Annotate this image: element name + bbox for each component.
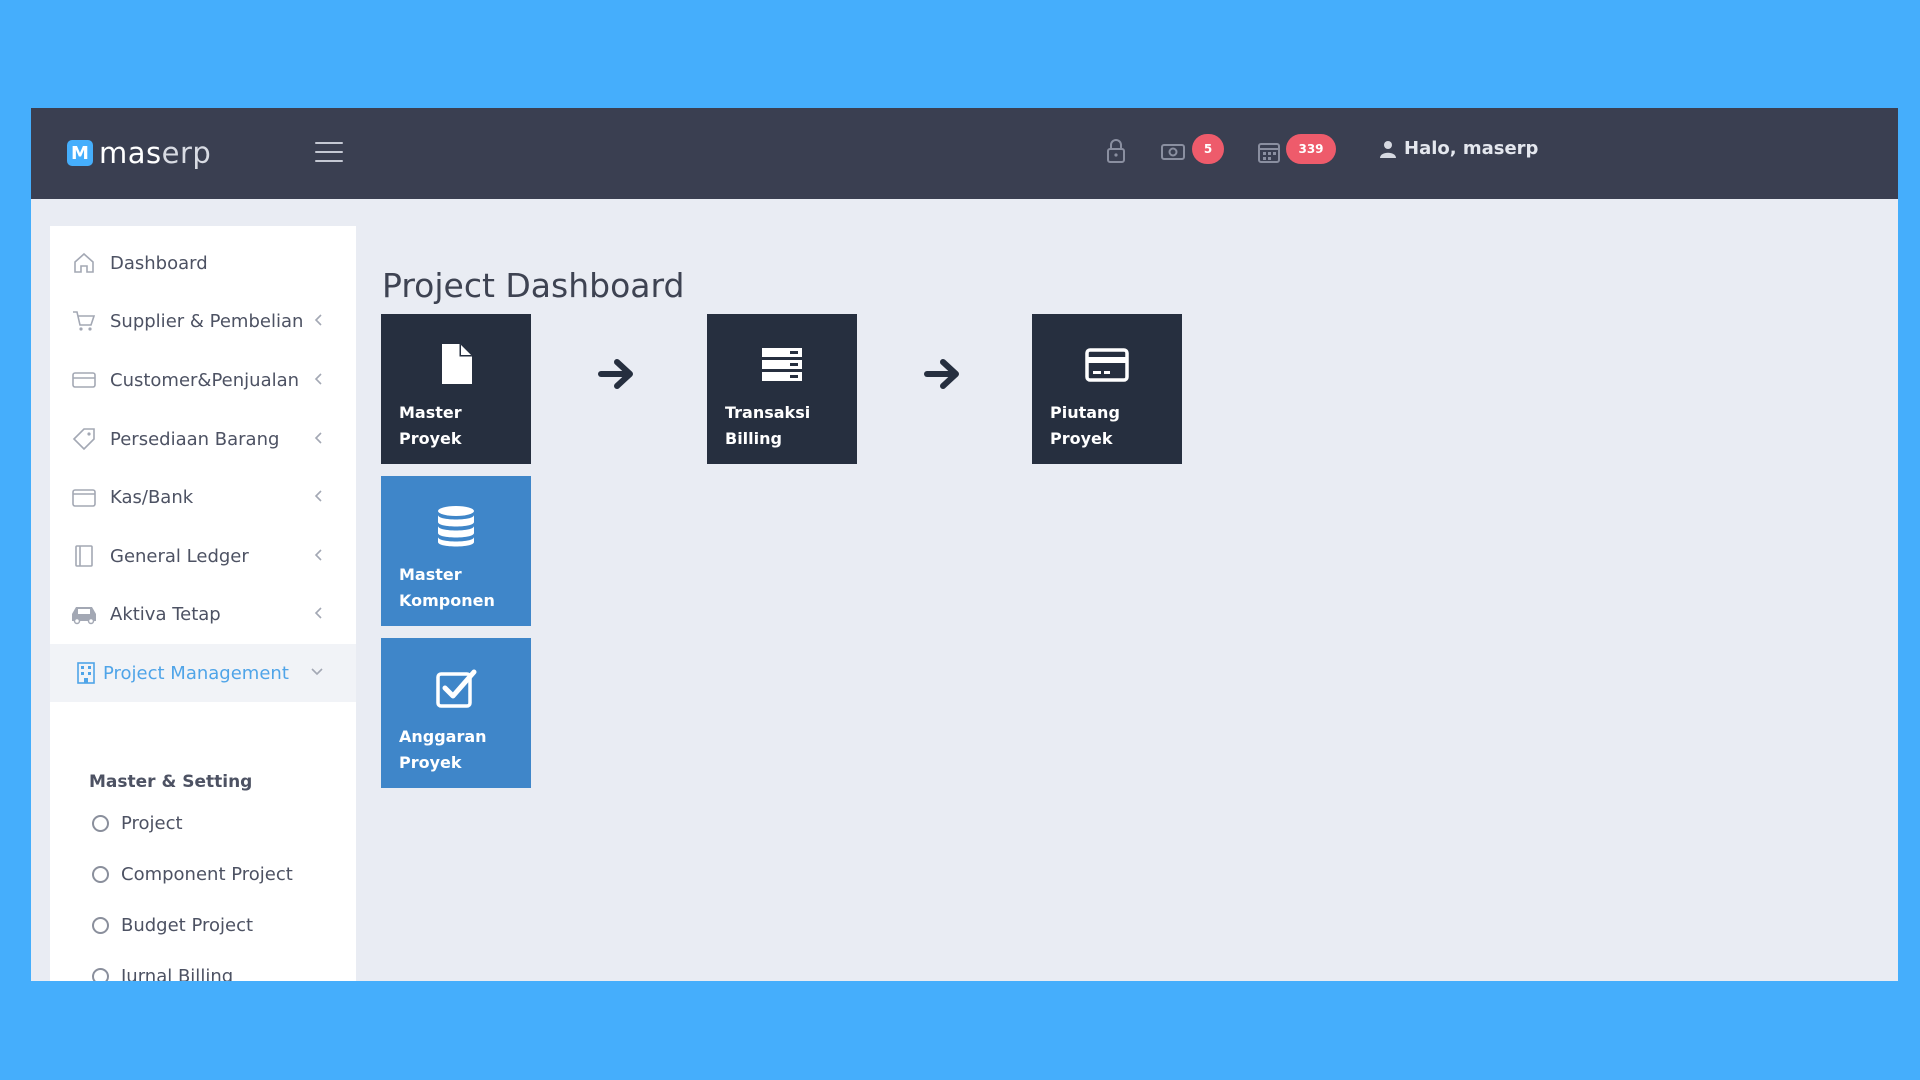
tile-master-proyek[interactable]: Master Proyek xyxy=(381,314,531,464)
user-greeting: Halo, maserp xyxy=(1404,138,1539,159)
brand-logo[interactable]: M maserp xyxy=(67,136,211,170)
server-icon xyxy=(762,348,802,381)
user-menu[interactable]: Halo, maserp xyxy=(1380,138,1538,159)
submenu-item-label: Component Project xyxy=(121,863,293,885)
sidebar-item-label: Customer&Penjualan xyxy=(110,369,300,391)
sidebar-item-kas-bank[interactable]: Kas/Bank xyxy=(50,468,356,526)
circle-icon xyxy=(92,865,109,883)
menu-toggle-icon[interactable] xyxy=(315,142,343,164)
submenu-item-label: Project xyxy=(121,812,183,834)
submenu-item-label: Budget Project xyxy=(121,914,254,936)
arrow-right-icon xyxy=(598,359,633,389)
chevron-down-icon xyxy=(311,668,323,676)
tile-label: Piutang Proyek xyxy=(1050,403,1120,448)
brand-badge: M xyxy=(67,140,93,166)
tile-label: Master Komponen xyxy=(399,565,495,610)
circle-icon xyxy=(92,967,109,981)
calendar-icon[interactable] xyxy=(1257,140,1281,164)
calendar-count-badge[interactable]: 339 xyxy=(1286,134,1336,164)
submenu-item-jurnal-billing[interactable]: Jurnal Billing xyxy=(92,961,233,981)
chevron-left-icon xyxy=(314,373,322,385)
tag-icon xyxy=(72,428,95,451)
chevron-left-icon xyxy=(314,490,322,502)
credit-card-icon xyxy=(72,372,96,388)
submenu-title: Master & Setting xyxy=(89,772,253,792)
top-navbar: M maserp 5 339 Halo, maserp xyxy=(31,108,1898,199)
submenu-item-label: Jurnal Billing xyxy=(121,965,234,982)
sidebar-item-label: General Ledger xyxy=(110,545,249,567)
sidebar-item-dashboard[interactable]: Dashboard xyxy=(50,234,356,292)
page-title: Project Dashboard xyxy=(382,266,685,305)
tile-label: Transaksi Billing xyxy=(725,403,811,448)
submenu-item-component-project[interactable]: Component Project xyxy=(92,859,293,889)
notification-count-badge[interactable]: 5 xyxy=(1192,134,1224,164)
sidebar-item-aktiva-tetap[interactable]: Aktiva Tetap xyxy=(50,585,356,643)
sidebar-item-customer-penjualan[interactable]: Customer&Penjualan xyxy=(50,351,356,409)
submenu-item-project[interactable]: Project xyxy=(92,808,183,838)
brand-name-light: erp xyxy=(161,136,212,170)
cart-icon xyxy=(73,311,96,331)
chevron-left-icon xyxy=(314,314,322,326)
sidebar-item-general-ledger[interactable]: General Ledger xyxy=(50,527,356,585)
building-icon xyxy=(77,662,95,684)
chevron-left-icon xyxy=(314,549,322,561)
sidebar-item-persediaan-barang[interactable]: Persediaan Barang xyxy=(50,410,356,468)
sidebar-item-label: Dashboard xyxy=(110,252,208,274)
sidebar-item-label: Kas/Bank xyxy=(110,486,194,508)
tile-anggaran-proyek[interactable]: Anggaran Proyek xyxy=(381,638,531,788)
circle-icon xyxy=(92,814,109,832)
brand-name-bold: mas xyxy=(99,136,162,170)
arrow-right-icon xyxy=(924,359,959,389)
app-window: M maserp 5 339 Halo, maserp Dashboard Su… xyxy=(31,108,1898,981)
lock-icon[interactable] xyxy=(1105,138,1127,164)
home-icon xyxy=(74,252,94,273)
tile-transaksi-billing[interactable]: Transaksi Billing xyxy=(707,314,857,464)
sidebar-item-label: Persediaan Barang xyxy=(110,428,280,450)
brand-name: maserp xyxy=(99,136,211,170)
sidebar-item-supplier-pembelian[interactable]: Supplier & Pembelian xyxy=(50,292,356,350)
checkbox-checked-icon xyxy=(436,669,477,708)
chevron-left-icon xyxy=(314,607,322,619)
user-icon xyxy=(1380,140,1396,158)
tile-label: Anggaran Proyek xyxy=(399,727,487,772)
sidebar-item-label: Supplier & Pembelian xyxy=(110,310,304,332)
tile-label: Master Proyek xyxy=(399,403,462,448)
tile-master-komponen[interactable]: Master Komponen xyxy=(381,476,531,626)
sidebar-item-project-management[interactable]: Project Management xyxy=(50,644,356,702)
document-icon xyxy=(442,344,472,384)
book-icon xyxy=(75,545,93,567)
submenu-item-budget-project[interactable]: Budget Project xyxy=(92,910,253,940)
sidebar-item-label: Project Management xyxy=(103,662,289,684)
sidebar-item-label: Aktiva Tetap xyxy=(110,603,221,625)
car-icon xyxy=(72,607,96,625)
sidebar: Dashboard Supplier & Pembelian Customer&… xyxy=(50,226,356,981)
database-icon xyxy=(438,506,474,547)
circle-icon xyxy=(92,916,109,934)
money-icon[interactable] xyxy=(1161,142,1185,162)
credit-card-icon xyxy=(1085,348,1129,382)
tile-piutang-proyek[interactable]: Piutang Proyek xyxy=(1032,314,1182,464)
chevron-left-icon xyxy=(314,432,322,444)
wallet-icon xyxy=(72,489,96,507)
